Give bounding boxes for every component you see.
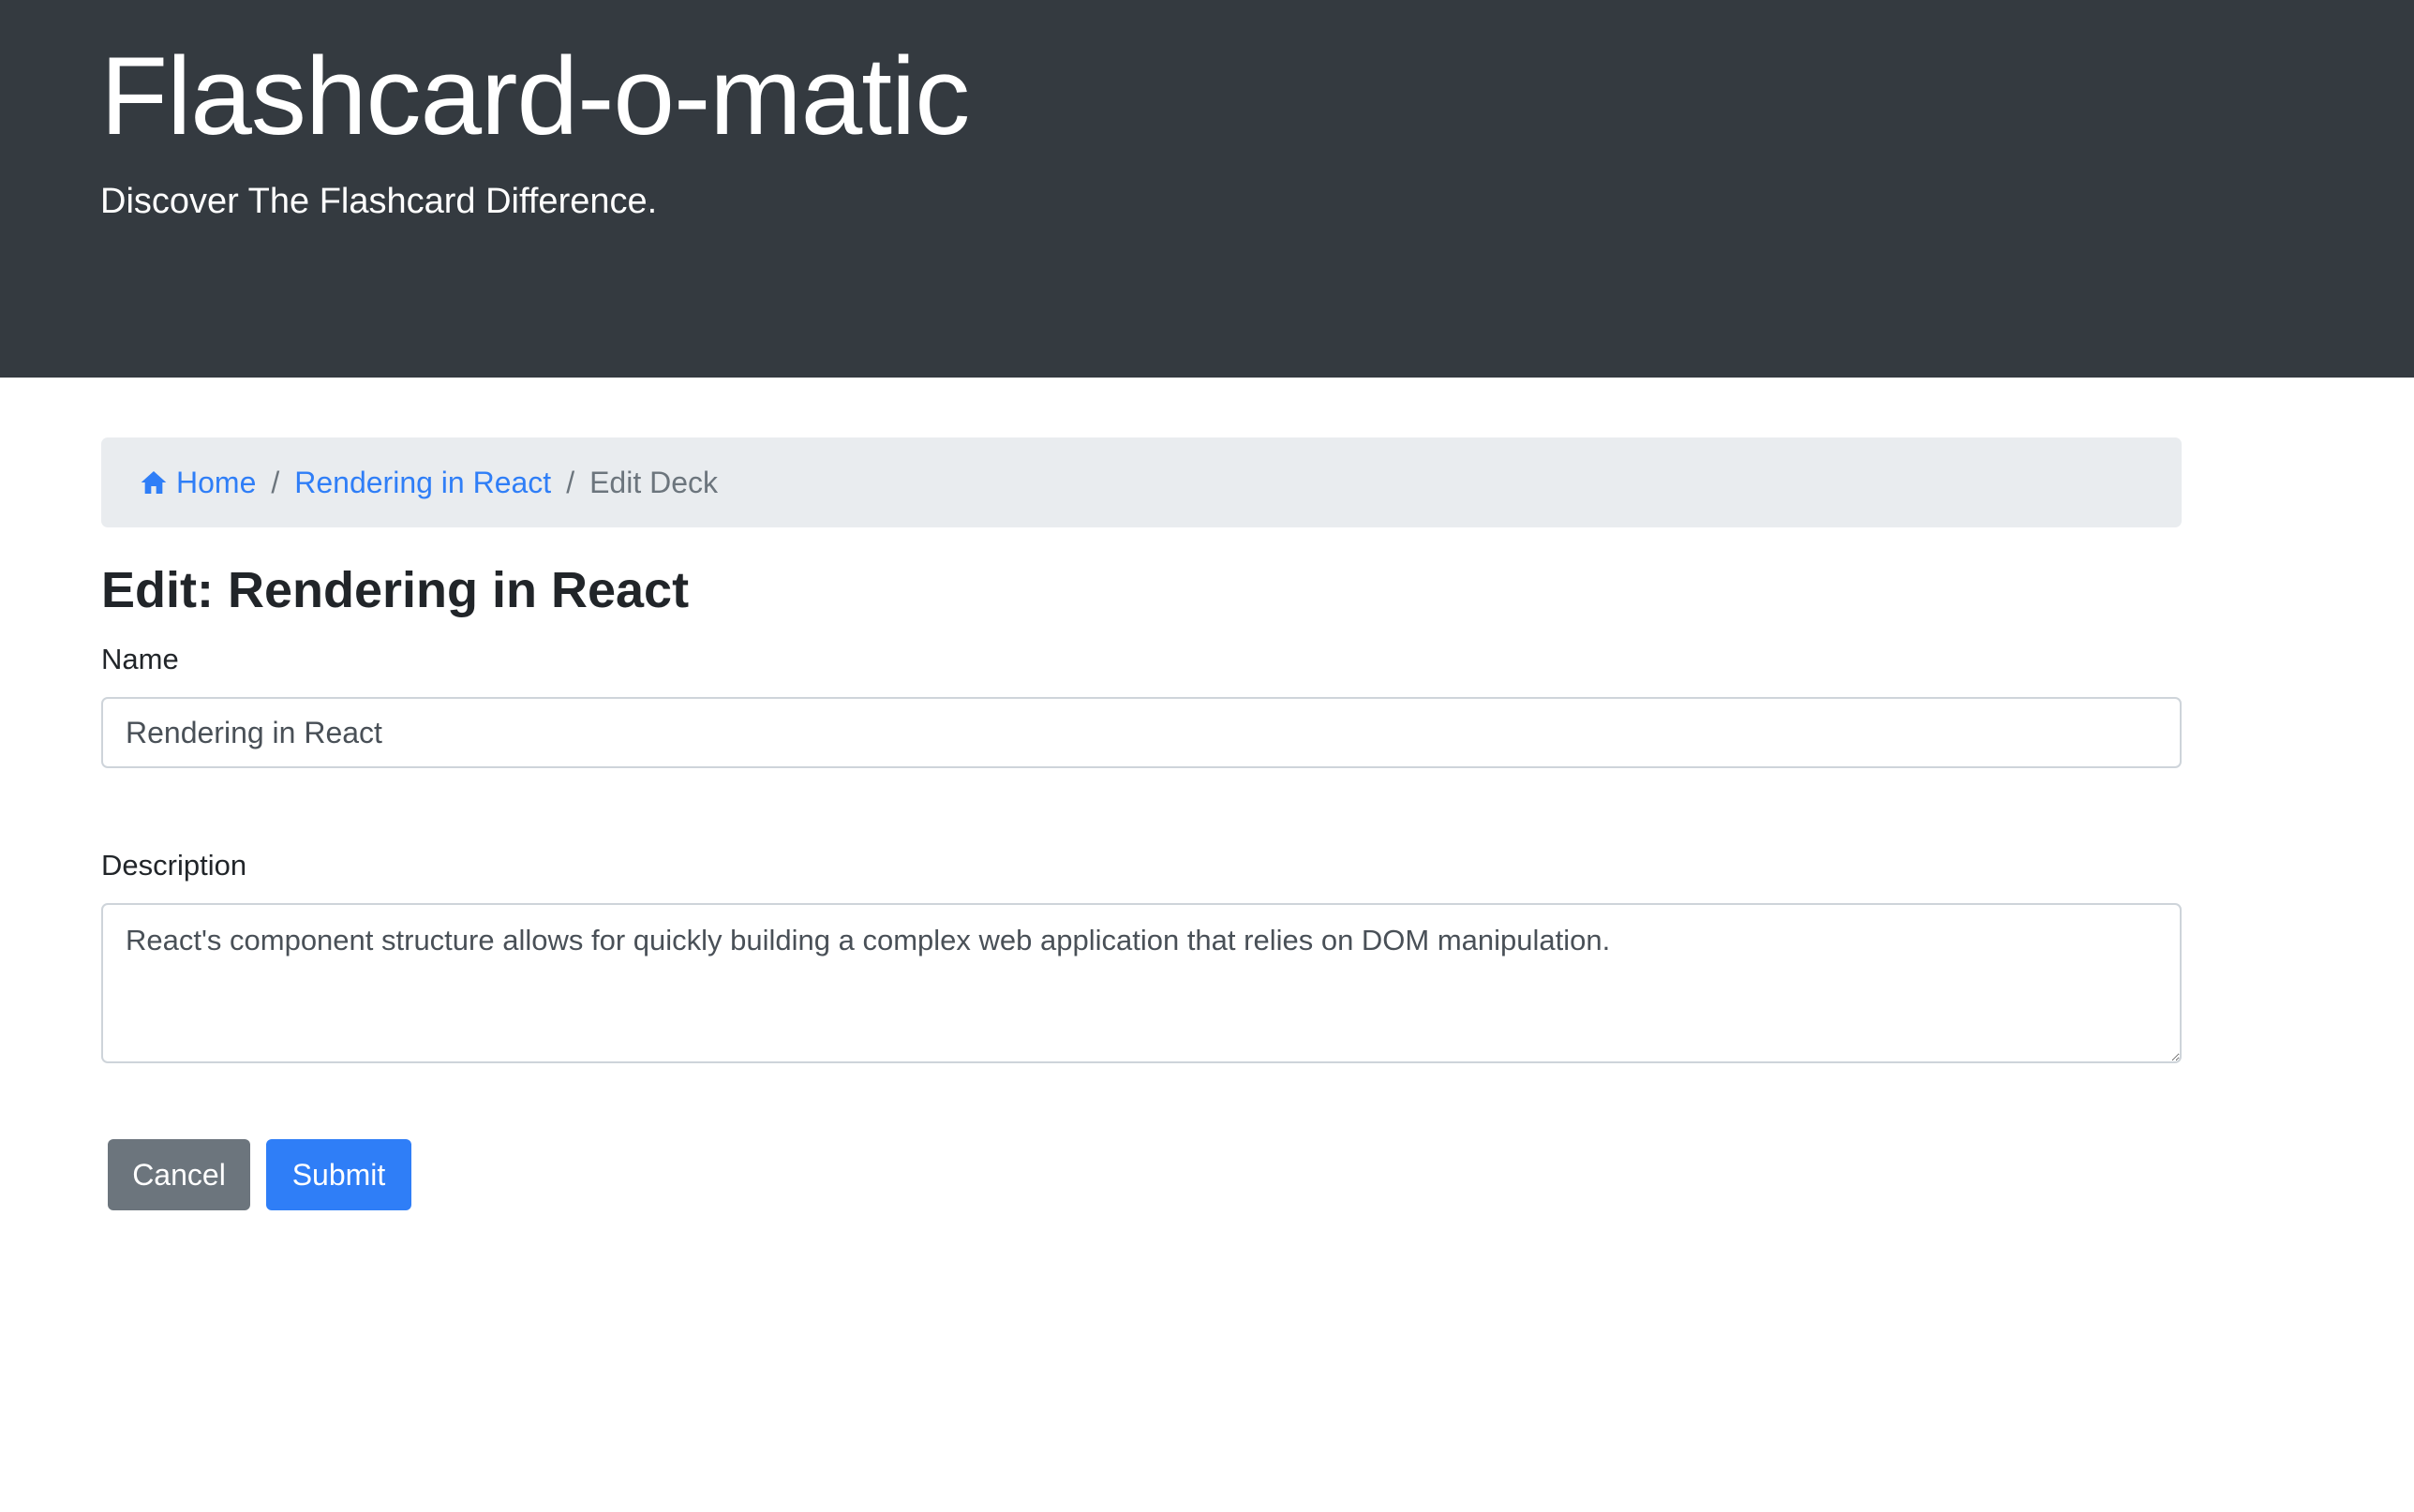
app-tagline: Discover The Flashcard Difference. (100, 182, 658, 221)
breadcrumb-home-label: Home (176, 465, 257, 499)
breadcrumb-deck-link[interactable]: Rendering in React (294, 466, 551, 500)
name-input[interactable] (101, 697, 2182, 768)
home-icon (141, 471, 167, 494)
description-textarea[interactable]: React's component structure allows for q… (101, 903, 2182, 1063)
description-label: Description (101, 849, 247, 882)
breadcrumb-home-link[interactable]: Home (139, 466, 256, 500)
breadcrumb-current: Edit Deck (589, 465, 719, 499)
page-title: Edit: Rendering in React (101, 562, 690, 618)
breadcrumb-separator: / (566, 465, 575, 499)
main-container: Home / Rendering in React / Edit Deck Ed… (101, 437, 2182, 1210)
breadcrumb-separator: / (271, 465, 280, 499)
header-jumbotron: Flashcard-o-matic Discover The Flashcard… (0, 0, 2414, 378)
app-title: Flashcard-o-matic (100, 35, 970, 158)
submit-button[interactable]: Submit (266, 1139, 411, 1210)
breadcrumb: Home / Rendering in React / Edit Deck (101, 437, 2182, 527)
name-label: Name (101, 643, 179, 675)
cancel-button[interactable]: Cancel (108, 1139, 250, 1210)
